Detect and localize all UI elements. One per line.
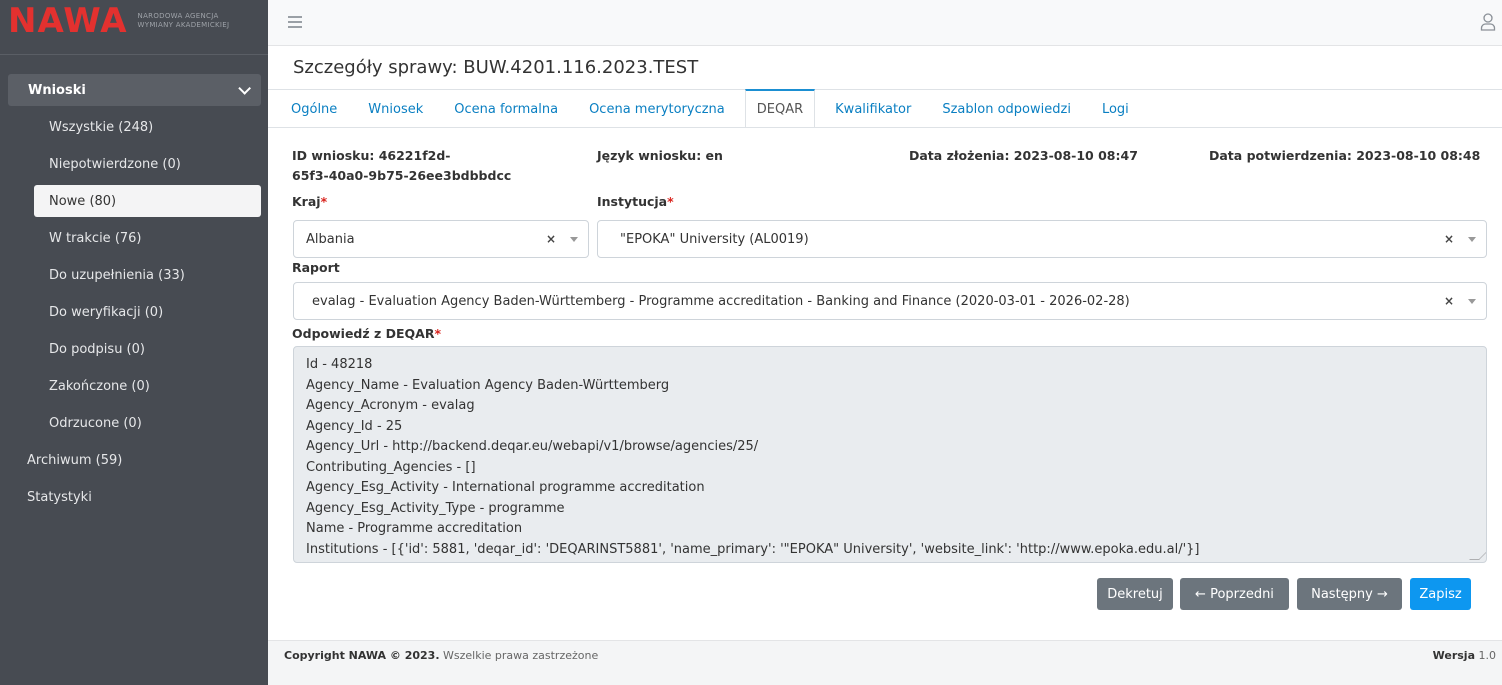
sidebar-item-wszystkie[interactable]: Wszystkie (248) [0, 109, 268, 146]
tab-logi[interactable]: Logi [1091, 90, 1140, 128]
required-mark: * [434, 326, 442, 341]
page-title: Szczegóły sprawy: BUW.4201.116.2023.TEST [268, 46, 1502, 90]
caret-down-icon[interactable] [1468, 237, 1476, 242]
logo-subtitle-line2: WYMIANY AKADEMICKIEJ [137, 21, 230, 29]
caret-down-icon[interactable] [1468, 299, 1476, 304]
deqar-response-textarea[interactable]: Id - 48218 Agency_Name - Evaluation Agen… [293, 346, 1487, 563]
submission-date: Data złożenia: 2023-08-10 08:47 [909, 148, 1138, 163]
response-label-text: Odpowiedź z DEQAR [292, 326, 435, 341]
sidebar-item-do-uzupelnienia[interactable]: Do uzupełnienia (33) [0, 257, 268, 294]
version: Wersja 1.0 [1433, 649, 1496, 662]
sidebar-item-do-weryfikacji[interactable]: Do weryfikacji (0) [0, 294, 268, 331]
sidebar-item-niepotwierdzone[interactable]: Niepotwierdzone (0) [0, 146, 268, 183]
response-line: Agency_Url - http://backend.deqar.eu/web… [306, 439, 759, 454]
logo[interactable]: NAWA NARODOWA AGENCJA WYMIANY AKADEMICKI… [0, 0, 268, 42]
response-line: Agency_Id - 25 [306, 418, 403, 434]
tab-ogolne[interactable]: Ogólne [280, 90, 348, 128]
logo-subtitle: NARODOWA AGENCJA WYMIANY AKADEMICKIEJ [138, 12, 230, 30]
main-content: Szczegóły sprawy: BUW.4201.116.2023.TEST… [268, 46, 1502, 610]
logo-subtitle-line1: NARODOWA AGENCJA [137, 12, 219, 20]
application-id: ID wniosku: 46221f2d- 65f3-40a0-9b75-26e… [292, 146, 511, 186]
response-line: Institutions - [{'id': 5881, 'deqar_id':… [306, 541, 1200, 557]
sidebar-item-zakonczone[interactable]: Zakończone (0) [0, 368, 268, 405]
tab-kwalifikator[interactable]: Kwalifikator [824, 90, 922, 128]
sidebar-group-label: Wnioski [28, 82, 86, 98]
application-language: Język wniosku: en [597, 148, 723, 163]
sidebar-group-wnioski[interactable]: Wnioski [8, 74, 261, 106]
save-button[interactable]: Zapisz [1410, 578, 1471, 610]
tab-szablon-odpowiedzi[interactable]: Szablon odpowiedzi [931, 90, 1082, 128]
country-label-text: Kraj [292, 194, 321, 209]
country-label: Kraj* [292, 194, 327, 209]
sidebar-item-archiwum[interactable]: Archiwum (59) [0, 442, 268, 479]
footer: Copyright NAWA © 2023. Wszelkie prawa za… [268, 640, 1502, 685]
report-select-value: evalag - Evaluation Agency Baden-Württem… [312, 293, 1130, 309]
institution-select-value: "EPOKA" University (AL0019) [620, 231, 809, 247]
country-select[interactable]: Albania × [293, 220, 589, 258]
deqar-form: ID wniosku: 46221f2d- 65f3-40a0-9b75-26e… [280, 146, 1490, 563]
sidebar-menu: Wnioski Wszystkie (248) Niepotwierdzone … [0, 74, 268, 516]
dekretuj-button[interactable]: Dekretuj [1097, 578, 1173, 610]
version-label: Wersja [1432, 649, 1475, 662]
report-select[interactable]: evalag - Evaluation Agency Baden-Württem… [293, 282, 1487, 320]
logo-text: NAWA [8, 1, 128, 41]
copyright: Copyright NAWA © 2023. Wszelkie prawa za… [284, 649, 598, 662]
top-bar [268, 0, 1502, 46]
response-line: Name - Programme accreditation [306, 521, 523, 536]
sidebar-item-odrzucone[interactable]: Odrzucone (0) [0, 405, 268, 442]
info-row: ID wniosku: 46221f2d- 65f3-40a0-9b75-26e… [280, 146, 1490, 188]
clear-icon[interactable]: × [546, 232, 556, 246]
tab-ocena-formalna[interactable]: Ocena formalna [443, 90, 569, 128]
tab-ocena-merytoryczna[interactable]: Ocena merytoryczna [578, 90, 736, 128]
country-select-value: Albania [306, 231, 355, 247]
response-line: Id - 48218 [306, 357, 373, 372]
application-id-line2: 65f3-40a0-9b75-26ee3bdbbdcc [292, 168, 512, 183]
sidebar-item-nowe[interactable]: Nowe (80) [34, 185, 261, 217]
clear-icon[interactable]: × [1444, 294, 1454, 308]
chevron-down-icon [238, 81, 251, 95]
previous-button[interactable]: ← Poprzedni [1180, 578, 1289, 610]
response-line: Agency_Esg_Activity - International prog… [306, 480, 705, 495]
tab-wniosek[interactable]: Wniosek [357, 90, 434, 128]
required-mark: * [667, 194, 674, 209]
hamburger-menu-icon[interactable] [288, 16, 302, 31]
copyright-text: Wszelkie prawa zastrzeżone [439, 649, 599, 662]
caret-down-icon[interactable] [570, 237, 578, 242]
report-label: Raport [292, 260, 340, 275]
sidebar: NAWA NARODOWA AGENCJA WYMIANY AKADEMICKI… [0, 0, 268, 685]
tab-bar: Ogólne Wniosek Ocena formalna Ocena mery… [280, 89, 1149, 128]
institution-select[interactable]: "EPOKA" University (AL0019) × [597, 220, 1487, 258]
divider [268, 127, 1502, 128]
sidebar-item-statystyki[interactable]: Statystyki [0, 479, 268, 516]
clear-icon[interactable]: × [1444, 232, 1454, 246]
response-line: Contributing_Agencies - [] [306, 459, 476, 475]
institution-label: Instytucja* [597, 194, 674, 209]
tab-deqar[interactable]: DEQAR [744, 89, 816, 128]
application-id-line1: ID wniosku: 46221f2d- [292, 148, 451, 163]
institution-label-text: Instytucja [597, 194, 668, 209]
response-label: Odpowiedź z DEQAR* [292, 326, 441, 341]
user-icon[interactable] [1480, 13, 1496, 31]
divider [0, 54, 268, 55]
response-line: Agency_Name - Evaluation Agency Baden-Wü… [306, 377, 670, 393]
sidebar-item-do-podpisu[interactable]: Do podpisu (0) [0, 331, 268, 368]
version-value: 1.0 [1475, 649, 1496, 662]
required-mark: * [320, 194, 328, 209]
response-line: Agency_Esg_Activity_Type - programme [306, 500, 565, 516]
response-line: Agency_Acronym - evalag [306, 398, 475, 413]
confirmation-date: Data potwierdzenia: 2023-08-10 08:48 [1209, 148, 1481, 163]
sidebar-item-w-trakcie[interactable]: W trakcie (76) [0, 220, 268, 257]
copyright-bold: Copyright NAWA © 2023. [284, 649, 440, 662]
next-button[interactable]: Następny → [1297, 578, 1402, 610]
